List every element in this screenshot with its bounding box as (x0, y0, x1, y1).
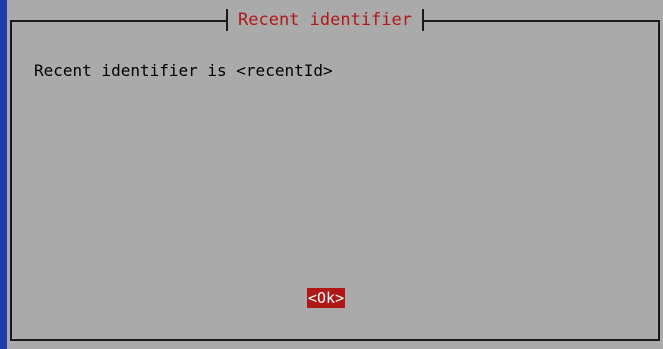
ok-button[interactable]: <Ok> (307, 288, 346, 308)
title-right-bracket (422, 9, 424, 31)
dialog-window: Recent identifier Recent identifier is <… (7, 0, 663, 349)
dialog-title-bar: Recent identifier (226, 8, 424, 32)
dialog-message: Recent identifier is <recentId> (34, 61, 333, 80)
dialog-title: Recent identifier (238, 10, 412, 30)
